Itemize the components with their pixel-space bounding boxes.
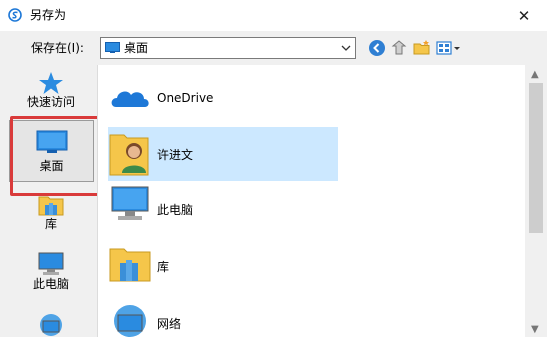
- file-name: 许进文: [157, 148, 194, 162]
- scroll-down-icon[interactable]: ▼: [531, 324, 539, 335]
- scroll-up-icon[interactable]: ▲: [531, 69, 539, 80]
- save-location-dropdown[interactable]: 桌面: [100, 37, 356, 59]
- library-icon: [38, 196, 64, 216]
- list-item-network[interactable]: 网络: [108, 299, 338, 337]
- library-icon: [109, 248, 151, 282]
- place-this-pc[interactable]: 此电脑: [8, 251, 94, 301]
- list-item-this-pc[interactable]: 此电脑: [108, 183, 338, 235]
- view-menu-icon[interactable]: [436, 39, 462, 57]
- save-location-bar: 保存在(I): 桌面: [0, 31, 547, 65]
- computer-icon: [38, 252, 64, 275]
- new-folder-icon[interactable]: [413, 39, 431, 57]
- file-name: 库: [157, 260, 170, 274]
- up-folder-icon[interactable]: [390, 39, 408, 57]
- place-quick-access[interactable]: 快速访问: [8, 71, 94, 117]
- network-icon: [40, 314, 62, 336]
- app-logo-icon: [8, 8, 22, 22]
- list-item-library[interactable]: 库: [108, 243, 338, 295]
- window-title: 另存为: [30, 8, 67, 22]
- onedrive-cloud-icon: [111, 91, 149, 107]
- file-list: OneDrive 许进文 此电脑 库 网络: [97, 65, 526, 337]
- list-item-user-folder[interactable]: 许进文: [108, 127, 338, 181]
- place-label: 快速访问: [26, 95, 75, 109]
- back-icon[interactable]: [368, 39, 386, 57]
- place-library[interactable]: 库: [8, 193, 94, 241]
- user-folder-icon: [109, 134, 149, 176]
- title-bar: 另存为 ✕: [0, 0, 547, 31]
- quick-access-star-icon: [39, 72, 63, 94]
- save-location-value: 桌面: [124, 41, 149, 55]
- place-network[interactable]: [8, 311, 94, 337]
- save-as-dialog: 另存为 ✕ 保存在(I): 桌面 快速访问 桌面 库 此电脑 OneDrive …: [0, 0, 547, 337]
- chevron-down-icon: [341, 45, 351, 51]
- scrollbar-thumb[interactable]: [529, 83, 543, 233]
- save-in-label: 保存在(I):: [31, 41, 84, 55]
- place-label: 库: [44, 217, 57, 231]
- close-icon: ✕: [517, 6, 531, 25]
- file-name: OneDrive: [157, 91, 214, 105]
- close-button[interactable]: ✕: [501, 0, 547, 31]
- network-icon: [114, 305, 146, 337]
- places-bar: 快速访问 桌面 库 此电脑: [0, 65, 97, 337]
- vertical-scrollbar[interactable]: ▲ ▼: [525, 65, 547, 337]
- list-item-onedrive[interactable]: OneDrive: [108, 77, 338, 129]
- desktop-icon: [105, 42, 120, 53]
- place-label: 此电脑: [32, 277, 69, 291]
- file-name: 此电脑: [157, 203, 194, 217]
- file-name: 网络: [157, 317, 182, 331]
- annotation-highlight-box: [10, 116, 101, 196]
- computer-icon: [111, 186, 149, 220]
